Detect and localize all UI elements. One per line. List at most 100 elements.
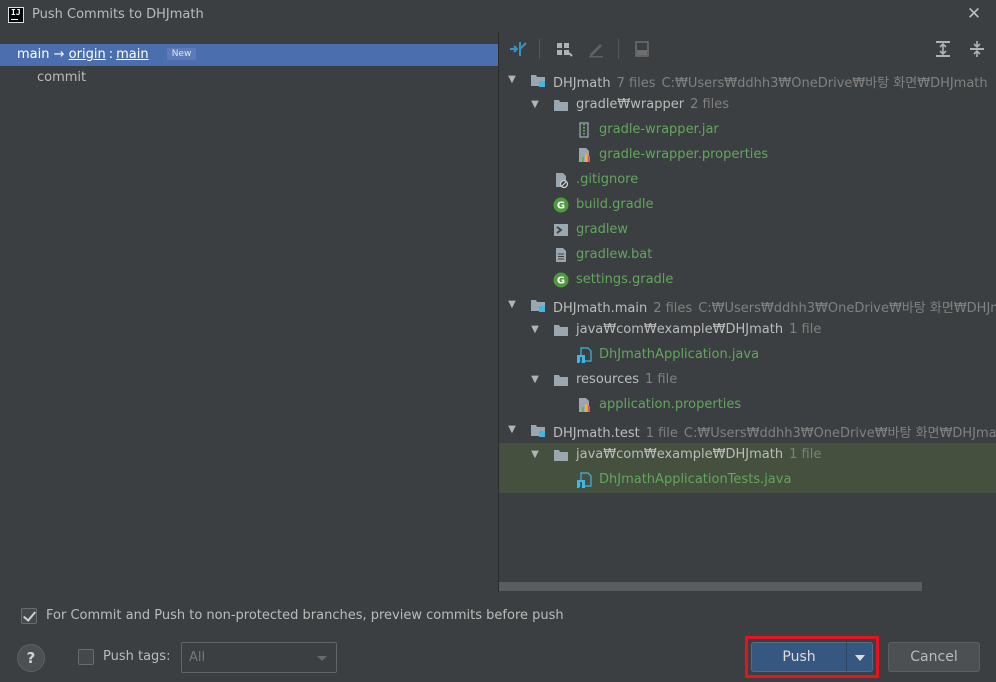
chevron-down-icon[interactable]: ▼ bbox=[528, 323, 542, 337]
module-path: C:₩Users₩ddhh3₩OneDrive₩바탕 화면₩DHJmath bbox=[661, 76, 988, 91]
new-badge: New bbox=[166, 48, 197, 60]
expand-all-icon[interactable] bbox=[933, 39, 953, 59]
file-count: 2 files bbox=[653, 301, 693, 316]
target-branch-link[interactable]: main bbox=[116, 47, 148, 62]
tree-label: java₩com₩example₩DHJmath bbox=[576, 447, 784, 462]
file-count: 2 files bbox=[690, 97, 730, 112]
text-file-icon bbox=[556, 248, 566, 262]
file-count: 1 file bbox=[789, 447, 822, 462]
tree-folder-gradle-wrapper[interactable]: ▼ gradle₩wrapper 2 files bbox=[499, 93, 996, 118]
module-folder-icon bbox=[531, 300, 545, 312]
group-by-icon[interactable] bbox=[554, 39, 574, 59]
java-file-icon: J bbox=[577, 472, 592, 488]
title-bar: IJ Push Commits to DHJmath ✕ bbox=[0, 0, 996, 32]
chevron-down-icon[interactable]: ▼ bbox=[505, 73, 519, 87]
tree-label: resources bbox=[576, 372, 640, 387]
changes-pane: ▼ DHJmath 7 files C:₩Users₩ddhh3₩OneDrive₩… bbox=[499, 32, 996, 592]
chevron-down-icon bbox=[317, 656, 327, 661]
tree-file[interactable]: gradle-wrapper.properties bbox=[499, 143, 996, 168]
file-count: 1 file bbox=[645, 426, 678, 441]
window-title: Push Commits to DHJmath bbox=[32, 7, 204, 22]
branch-row[interactable]: main → origin: main New bbox=[0, 44, 498, 66]
toolbar-separator bbox=[618, 39, 619, 59]
tree-file[interactable]: gradlew.bat bbox=[499, 243, 996, 268]
push-button[interactable]: Push bbox=[751, 642, 846, 672]
push-dropdown-button[interactable] bbox=[846, 642, 873, 672]
push-tags-select[interactable]: All bbox=[181, 642, 337, 673]
push-tags-value: All bbox=[189, 650, 206, 665]
tree-label: gradle-wrapper.properties bbox=[599, 147, 769, 162]
cancel-button[interactable]: Cancel bbox=[888, 642, 980, 672]
folder-icon bbox=[554, 100, 568, 111]
chevron-down-icon[interactable]: ▼ bbox=[528, 98, 542, 112]
branch-label: main → origin: main New bbox=[17, 47, 197, 62]
tree-folder-resources[interactable]: ▼ resources 1 file bbox=[499, 368, 996, 393]
tree-file[interactable]: gradlew bbox=[499, 218, 996, 243]
tree-label: DhJmathApplication.java bbox=[599, 347, 760, 362]
file-count: 1 file bbox=[789, 322, 822, 337]
local-branch: main bbox=[17, 47, 50, 62]
tree-label: DHJmath bbox=[553, 76, 611, 91]
tree-file[interactable]: application.properties bbox=[499, 393, 996, 418]
commits-pane: main → origin: main New commit bbox=[0, 32, 498, 592]
tree-label: application.properties bbox=[599, 397, 742, 412]
close-icon[interactable]: ✕ bbox=[964, 4, 984, 24]
chevron-down-icon[interactable]: ▼ bbox=[528, 448, 542, 462]
tree-label: gradle-wrapper.jar bbox=[599, 122, 719, 137]
module-folder-icon bbox=[531, 425, 545, 437]
tree-module-dhjmath-main[interactable]: ▼ DHJmath.main 2 files C:₩Users₩ddhh3₩OneD… bbox=[499, 293, 996, 318]
tree-module-dhjmath[interactable]: ▼ DHJmath 7 files C:₩Users₩ddhh3₩OneDrive₩… bbox=[499, 68, 996, 93]
svg-text:G: G bbox=[557, 201, 565, 212]
tree-label: java₩com₩example₩DHJmath bbox=[576, 322, 784, 337]
file-count: 7 files bbox=[616, 76, 656, 91]
java-file-icon: J bbox=[577, 347, 592, 363]
tree-folder-java-package[interactable]: ▼ java₩com₩example₩DHJmath 1 file bbox=[499, 318, 996, 343]
changes-toolbar bbox=[499, 32, 996, 66]
gradle-file-icon: G bbox=[553, 272, 569, 288]
gradle-file-icon: G bbox=[553, 197, 569, 213]
tree-file[interactable]: gradle-wrapper.jar bbox=[499, 118, 996, 143]
chevron-down-icon[interactable]: ▼ bbox=[528, 373, 542, 387]
tree-module-dhjmath-test[interactable]: ▼ DHJmath.test 1 file C:₩Users₩ddhh3₩OneDr… bbox=[499, 418, 996, 443]
branch-sep: : bbox=[108, 47, 114, 62]
edit-icon[interactable] bbox=[586, 39, 606, 59]
preview-commits-checkbox[interactable] bbox=[21, 608, 37, 624]
tree-folder-java-package[interactable]: ▼ java₩com₩example₩DHJmath 1 file bbox=[499, 443, 996, 468]
help-button[interactable]: ? bbox=[17, 644, 45, 672]
tree-label: gradlew bbox=[576, 222, 629, 237]
remote-link[interactable]: origin bbox=[69, 47, 106, 62]
module-path: C:₩Users₩ddhh3₩OneDrive₩바탕 화면₩DHJmath bbox=[683, 426, 996, 441]
preview-icon[interactable] bbox=[632, 39, 652, 59]
tree-label: build.gradle bbox=[576, 197, 654, 212]
branch-arrow: → bbox=[53, 47, 65, 62]
tree-label: gradle₩wrapper bbox=[576, 97, 685, 112]
chevron-down-icon[interactable]: ▼ bbox=[505, 298, 519, 312]
arrow-merge-icon[interactable] bbox=[508, 39, 528, 59]
tree-label: .gitignore bbox=[576, 172, 639, 187]
push-tags-checkbox[interactable] bbox=[78, 649, 94, 665]
scrollbar-thumb[interactable] bbox=[499, 582, 922, 591]
commit-item[interactable]: commit bbox=[37, 70, 86, 85]
module-folder-icon bbox=[531, 75, 545, 87]
folder-icon bbox=[554, 450, 568, 461]
chevron-down-icon[interactable]: ▼ bbox=[505, 423, 519, 437]
tree-file[interactable]: G settings.gradle bbox=[499, 268, 996, 293]
tree-label: DHJmath.test bbox=[553, 426, 640, 441]
svg-text:J: J bbox=[579, 356, 583, 363]
collapse-all-icon[interactable] bbox=[967, 39, 987, 59]
tree-label: gradlew.bat bbox=[576, 247, 653, 262]
tree-file[interactable]: J DhJmathApplicationTests.java bbox=[499, 468, 996, 493]
tree-label: DhJmathApplicationTests.java bbox=[599, 472, 792, 487]
tree-file[interactable]: .gitignore bbox=[499, 168, 996, 193]
svg-text:J: J bbox=[579, 481, 583, 488]
push-tags-label: Push tags: bbox=[103, 649, 171, 664]
tree-file[interactable]: G build.gradle bbox=[499, 193, 996, 218]
preview-commits-label: For Commit and Push to non-protected bra… bbox=[46, 608, 564, 623]
tree-file[interactable]: J DhJmathApplication.java bbox=[499, 343, 996, 368]
properties-file-icon bbox=[579, 398, 590, 412]
properties-file-icon bbox=[579, 148, 590, 162]
shell-script-icon bbox=[554, 224, 568, 236]
intellij-logo-icon: IJ bbox=[8, 7, 24, 23]
toolbar-separator bbox=[539, 39, 540, 59]
gitignore-file-icon bbox=[556, 173, 569, 188]
